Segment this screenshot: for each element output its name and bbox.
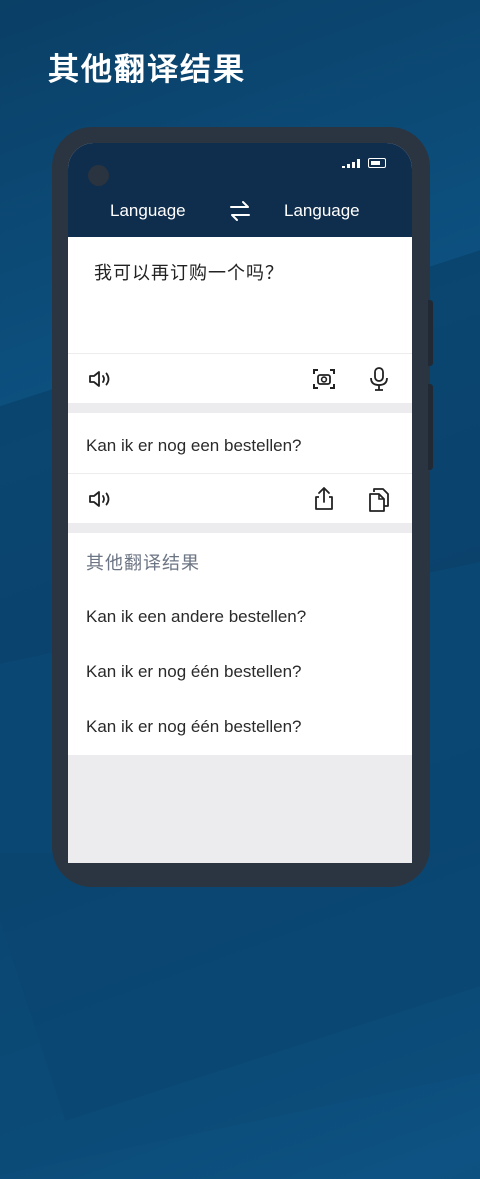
speaker-icon[interactable] [86,485,114,513]
speaker-icon[interactable] [86,365,114,393]
divider [68,473,412,474]
other-result-item[interactable]: Kan ik er nog één bestellen? [86,662,302,682]
other-results-title: 其他翻译结果 [86,553,200,574]
app-header: Language Language [68,143,412,237]
share-icon[interactable] [310,485,338,513]
microphone-icon[interactable] [365,365,393,393]
input-text[interactable]: 我可以再订购一个吗？ [94,259,284,285]
status-bar [342,158,386,168]
translation-text: Kan ik er nog een bestellen? [86,436,302,455]
translation-card [68,413,412,523]
other-result-item[interactable]: Kan ik er nog één bestellen? [86,717,302,737]
phone-side-button [428,300,433,366]
other-result-item[interactable]: Kan ik een andere bestellen? [86,607,306,627]
swap-icon[interactable] [227,199,253,223]
promo-headline: 其他翻译结果 [48,52,246,88]
target-language-selector[interactable]: Language [284,201,360,221]
signal-icon [342,158,360,168]
battery-icon [368,158,386,168]
camera-scan-icon[interactable] [310,365,338,393]
phone-volume-button [428,384,433,470]
app-screen: Language Language 我可以再订购一个吗？ Kan ik er n… [68,143,412,863]
copy-icon[interactable] [365,485,393,513]
front-camera [88,165,109,186]
divider [68,353,412,354]
source-language-selector[interactable]: Language [110,201,186,221]
